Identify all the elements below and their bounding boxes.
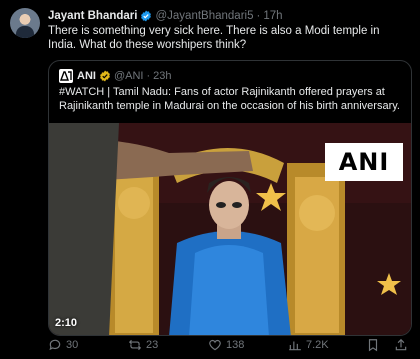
bookmark-icon (368, 339, 378, 352)
author-avatar[interactable] (10, 8, 40, 38)
repost-button[interactable]: 23 (128, 338, 158, 352)
like-count: 138 (226, 339, 245, 351)
reply-icon (49, 339, 61, 351)
tweet[interactable]: Jayant Bhandari @JayantBhandari5 · 17h T… (0, 0, 420, 359)
like-icon (209, 339, 221, 351)
video-duration: 2:10 (55, 317, 78, 329)
author-handle[interactable]: @JayantBhandari5 (155, 10, 253, 22)
views-icon (289, 341, 301, 351)
separator-dot: · (256, 10, 261, 22)
quoted-author-handle[interactable]: @ANI (114, 70, 144, 82)
quoted-text: #WATCH | Tamil Nadu: Fans of actor Rajin… (59, 86, 400, 112)
repost-count: 23 (146, 339, 159, 351)
like-button[interactable]: 138 (208, 338, 244, 352)
tweet-text: There is something very sick here. There… (48, 25, 380, 51)
quoted-header: ANI @ANI · 23h (59, 69, 172, 83)
repost-icon (128, 339, 142, 351)
gold-verified-icon (100, 70, 110, 82)
tweet-timestamp[interactable]: 17h (263, 10, 282, 22)
author-name[interactable]: Jayant Bhandari (48, 10, 137, 22)
views-count: 7.2K (306, 339, 329, 351)
quoted-author-name[interactable]: ANI (77, 70, 96, 82)
ani-watermark: ANI (325, 143, 403, 181)
tweet-header: Jayant Bhandari @JayantBhandari5 · 17h (48, 10, 283, 22)
tweet-actions: 30 23 138 7.2K (48, 338, 412, 356)
quoted-timestamp[interactable]: 23h (153, 70, 171, 82)
reply-button[interactable]: 30 (48, 338, 78, 352)
share-button[interactable] (394, 338, 408, 352)
share-icon (395, 338, 407, 351)
ani-avatar[interactable] (59, 69, 73, 83)
reply-count: 30 (66, 339, 79, 351)
verified-badge-icon (141, 10, 152, 22)
video-player[interactable]: ANI 2:10 (49, 123, 411, 335)
views-button[interactable]: 7.2K (288, 338, 329, 352)
quoted-tweet[interactable]: ANI @ANI · 23h #WATCH | Tamil Nadu: Fans… (48, 60, 412, 336)
bookmark-button[interactable] (366, 338, 380, 352)
quoted-separator-dot: · (146, 70, 151, 82)
